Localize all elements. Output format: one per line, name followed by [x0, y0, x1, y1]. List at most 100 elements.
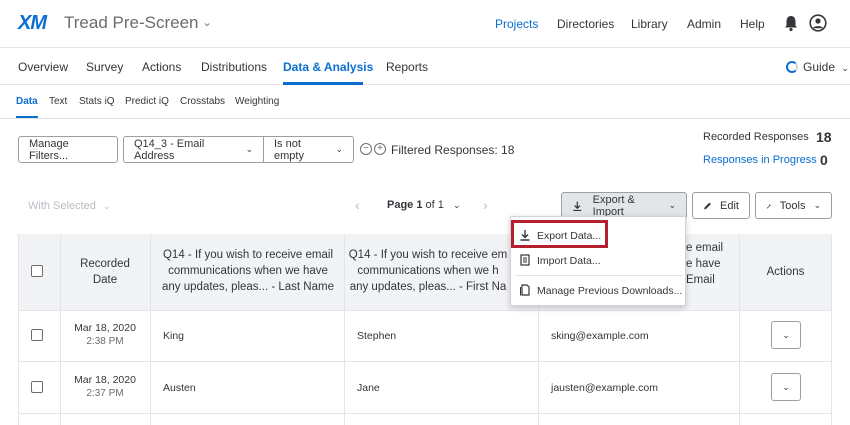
tab-actions[interactable]: Actions — [142, 60, 181, 74]
filter-field-select[interactable]: Q14_3 - Email Address ⌄ — [123, 136, 264, 163]
header-line: communications when we have — [168, 265, 328, 277]
row-actions-button[interactable]: ⌄ — [771, 373, 801, 401]
column-header-first-name[interactable]: Q14 - If you wish to receive em communic… — [346, 247, 510, 295]
tab-reports[interactable]: Reports — [386, 60, 428, 74]
table-border — [18, 234, 19, 425]
column-divider — [150, 234, 151, 425]
prev-page-icon[interactable]: ‹ — [355, 197, 360, 213]
tab-survey[interactable]: Survey — [86, 60, 123, 74]
document-icon — [520, 284, 530, 296]
cell-email: sking@example.com — [551, 330, 649, 342]
chevron-down-icon: ⌄ — [813, 200, 821, 210]
header-line: Q14 - If you wish to receive email — [162, 249, 333, 261]
chevron-down-icon: ⌄ — [668, 200, 676, 210]
chevron-down-icon: ⌄ — [452, 200, 461, 210]
row-divider — [18, 310, 832, 311]
export-import-menu: Export Data... Import Data... Manage Pre… — [510, 216, 686, 306]
page-total: 1 — [437, 199, 444, 211]
next-page-icon[interactable]: › — [483, 197, 488, 213]
subtab-crosstabs[interactable]: Crosstabs — [180, 96, 225, 107]
with-selected-label: With Selected — [28, 200, 96, 212]
export-import-label: Export & Import — [592, 193, 635, 218]
responses-in-progress-link[interactable]: Responses in Progress — [703, 154, 817, 166]
select-all-checkbox[interactable] — [31, 265, 43, 277]
chevron-down-icon: ⌄ — [782, 330, 790, 340]
top-bar: XM Tread Pre-Screen ⌄ Projects Directorie… — [0, 0, 850, 48]
guide-progress-icon — [786, 61, 798, 73]
active-tab-indicator — [283, 82, 363, 85]
subtab-predict-iq[interactable]: Predict iQ — [125, 96, 169, 107]
with-selected-menu[interactable]: With Selected ⌄ — [28, 200, 110, 212]
guide-label: Guide — [803, 60, 836, 74]
cell-first-name: Stephen — [357, 330, 397, 342]
column-header-last-name[interactable]: Q14 - If you wish to receive email commu… — [152, 247, 344, 295]
nav-library[interactable]: Library — [631, 17, 668, 31]
recorded-responses-label: Recorded Responses — [703, 131, 809, 143]
column-header-recorded-date[interactable]: Recorded Date — [60, 256, 150, 288]
row-divider — [18, 361, 832, 362]
edit-button[interactable]: Edit — [692, 192, 750, 219]
divider — [0, 118, 850, 119]
row-divider — [18, 413, 832, 414]
xm-logo[interactable]: XM — [18, 12, 47, 35]
remove-filter-icon[interactable]: − — [360, 143, 372, 155]
header-line: communications when we h — [357, 265, 499, 277]
page-indicator[interactable]: Page 1 of 1 ⌄ — [387, 199, 461, 211]
header-line: any updates, pleas... - First Na — [349, 281, 507, 293]
add-filter-icon[interactable]: + — [374, 143, 386, 155]
tools-label: Tools — [779, 199, 806, 212]
row-checkbox[interactable] — [31, 329, 43, 341]
recorded-time: 2:38 PM — [86, 336, 124, 347]
project-switcher[interactable]: Tread Pre-Screen ⌄ — [64, 13, 212, 33]
page-of: of — [425, 199, 435, 211]
subtab-text[interactable]: Text — [49, 96, 67, 107]
cell-last-name: Austen — [163, 382, 196, 394]
responses-in-progress-count: 0 — [820, 152, 828, 168]
header-line: Email — [686, 274, 715, 286]
subtab-weighting[interactable]: Weighting — [235, 96, 279, 107]
row-checkbox[interactable] — [31, 381, 43, 393]
guide-button[interactable]: Guide ⌄ — [803, 60, 849, 74]
table-border — [831, 234, 832, 425]
column-header-email[interactable]: e email e have Email — [686, 240, 738, 288]
row-actions-button[interactable]: ⌄ — [771, 321, 801, 349]
tab-distributions[interactable]: Distributions — [201, 60, 267, 74]
nav-admin[interactable]: Admin — [687, 17, 721, 31]
chevron-down-icon: ⌄ — [245, 144, 253, 154]
header-line: Q14 - If you wish to receive em — [348, 249, 508, 261]
nav-directories[interactable]: Directories — [557, 17, 614, 31]
header-line: e have — [686, 258, 721, 270]
tab-overview[interactable]: Overview — [18, 60, 68, 74]
bell-icon[interactable] — [782, 14, 800, 32]
subtab-data[interactable]: Data — [16, 96, 38, 107]
nav-projects[interactable]: Projects — [495, 17, 538, 31]
menu-item-export-data[interactable]: Export Data... — [537, 230, 601, 242]
chevron-down-icon: ⌄ — [102, 201, 111, 211]
main-tabs: Overview Survey Actions Distributions Da… — [0, 49, 850, 85]
import-icon — [520, 254, 530, 266]
export-import-button[interactable]: Export & Import ⌄ — [561, 192, 687, 219]
filter-condition-select[interactable]: Is not empty ⌄ — [263, 136, 354, 163]
chevron-down-icon: ⌄ — [841, 63, 849, 73]
recorded-responses-count: 18 — [816, 129, 832, 145]
cell-first-name: Jane — [357, 382, 380, 394]
filtered-responses-count: Filtered Responses: 18 — [391, 143, 515, 157]
tools-button[interactable]: Tools ⌄ — [755, 192, 832, 219]
tab-data-analysis[interactable]: Data & Analysis — [283, 60, 373, 74]
filter-condition-label: Is not empty — [274, 137, 304, 162]
manage-filters-button[interactable]: Manage Filters... — [18, 136, 118, 163]
column-divider — [344, 234, 345, 425]
user-avatar-icon[interactable] — [809, 14, 827, 32]
menu-item-manage-downloads[interactable]: Manage Previous Downloads... — [537, 285, 682, 297]
download-icon — [573, 201, 582, 211]
pencil-icon — [704, 202, 711, 209]
chevron-down-icon: ⌄ — [202, 17, 212, 29]
subtab-stats-iq[interactable]: Stats iQ — [79, 96, 115, 107]
menu-item-import-data[interactable]: Import Data... — [537, 255, 601, 267]
nav-help[interactable]: Help — [740, 17, 765, 31]
chevron-down-icon: ⌄ — [335, 144, 343, 154]
cell-email: jausten@example.com — [551, 382, 658, 394]
chevron-down-icon: ⌄ — [782, 382, 790, 392]
header-line: Recorded — [80, 258, 130, 270]
column-header-actions: Actions — [766, 266, 805, 278]
